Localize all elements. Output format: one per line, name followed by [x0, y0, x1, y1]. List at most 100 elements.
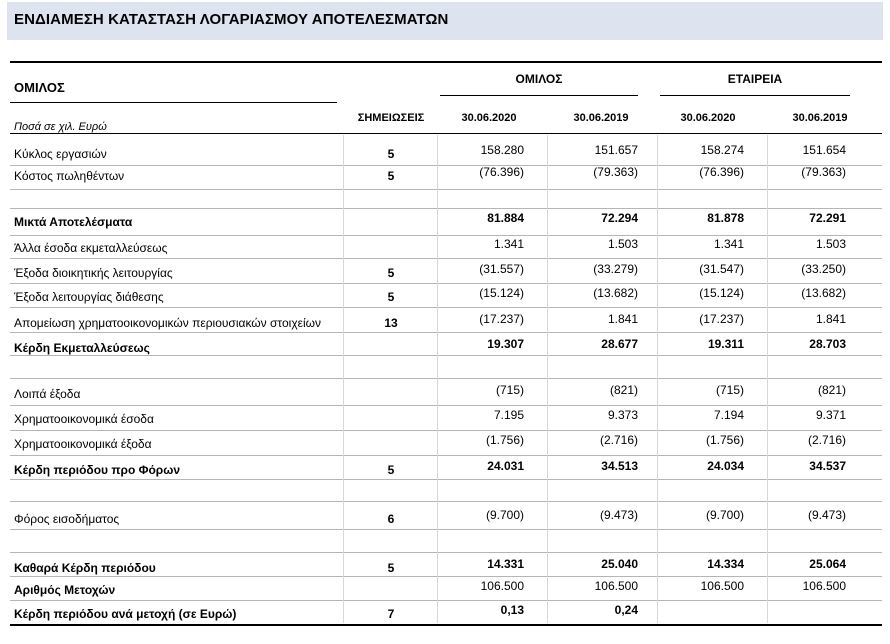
- row-value: (2.716): [599, 433, 638, 447]
- row-value: 24.034: [707, 459, 744, 473]
- row-value: 7.195: [493, 408, 524, 422]
- row-value: 1.841: [815, 312, 846, 326]
- row-value: (79.363): [801, 165, 846, 179]
- row-value: 1.503: [815, 237, 846, 251]
- row-value: (13.682): [801, 286, 846, 300]
- row-value: 34.537: [809, 459, 846, 473]
- row-value: (2.716): [807, 433, 846, 447]
- column-separator: [767, 135, 768, 623]
- row-separator: [10, 552, 882, 553]
- date-column-header: 30.06.2020: [461, 112, 517, 124]
- date-column-header: 30.06.2019: [573, 112, 629, 124]
- row-value: 28.703: [809, 337, 846, 351]
- row-value: (9.700): [705, 508, 744, 522]
- row-label: Κύκλος εργασιών: [14, 147, 107, 161]
- row-label: Χρηματοοικονομικά έξοδα: [14, 437, 152, 451]
- row-value: 19.311: [707, 337, 744, 351]
- row-value: (15.124): [699, 286, 744, 300]
- row-note: 5: [387, 561, 395, 575]
- row-note: 7: [387, 607, 395, 621]
- row-label: Κόστος πωληθέντων: [14, 169, 125, 183]
- row-label: Αριθμός Μετοχών: [14, 583, 116, 597]
- row-value: 106.500: [594, 579, 638, 593]
- row-value: 14.331: [487, 557, 524, 571]
- row-separator: [10, 455, 882, 456]
- row-separator: [10, 378, 882, 379]
- row-separator: [10, 355, 882, 356]
- page-title: ΕΝΔΙΑΜΕΣΗ ΚΑΤΑΣΤΑΣΗ ΛΟΓΑΡΙΑΣΜΟΥ ΑΠΟΤΕΛΕΣ…: [14, 11, 449, 28]
- company-column-rule: [660, 95, 850, 96]
- table-top-rule: [10, 61, 882, 63]
- row-note: 5: [387, 169, 395, 183]
- row-label: Καθαρά Κέρδη περιόδου: [14, 561, 156, 575]
- row-label: Άλλα έσοδα εκμεταλλεύσεως: [14, 241, 168, 255]
- row-value: 7.194: [713, 408, 744, 422]
- row-value: (33.279): [593, 262, 638, 276]
- group-heading: ΟΜΙΛΟΣ: [14, 80, 65, 95]
- row-label: Απομείωση χρηματοοικονομικών περιουσιακώ…: [14, 316, 321, 330]
- row-value: 151.657: [594, 143, 638, 157]
- row-value: (9.473): [599, 508, 638, 522]
- column-header-rule: [10, 133, 882, 134]
- row-value: 72.291: [809, 211, 846, 225]
- notes-column-header: ΣΗΜΕΙΩΣΕΙΣ: [357, 112, 425, 124]
- table-row: Λοιπά έξοδα (715) (821) (715) (821): [0, 383, 890, 407]
- group-column-rule: [440, 95, 638, 96]
- row-value: (821): [609, 383, 638, 397]
- group-heading-rule: [10, 102, 337, 103]
- row-separator: [10, 307, 882, 308]
- row-separator: [10, 283, 882, 284]
- row-note: 5: [387, 290, 395, 304]
- row-separator: [10, 576, 882, 577]
- row-value: (9.700): [485, 508, 524, 522]
- row-value: 25.040: [601, 557, 638, 571]
- row-value: (9.473): [807, 508, 846, 522]
- row-value: 1.341: [493, 237, 524, 251]
- row-value: 28.677: [601, 337, 638, 351]
- row-value: (79.363): [593, 165, 638, 179]
- row-note: 5: [387, 266, 395, 280]
- row-value: 0,24: [614, 603, 638, 617]
- row-value: 1.341: [713, 237, 744, 251]
- row-label: Λοιπά έξοδα: [14, 387, 81, 401]
- row-separator: [10, 189, 882, 190]
- table-row: Χρηματοοικονομικά έξοδα (1.756) (2.716) (1.…: [0, 433, 890, 457]
- row-value: (715): [495, 383, 524, 397]
- row-value: (821): [817, 383, 846, 397]
- row-label: Φόρος εισοδήματος: [14, 512, 120, 526]
- row-value: (33.250): [801, 262, 846, 276]
- row-value: (1.756): [485, 433, 524, 447]
- row-separator: [10, 258, 882, 259]
- row-value: (76.396): [479, 165, 524, 179]
- row-value: 158.274: [700, 143, 744, 157]
- date-column-header: 30.06.2020: [680, 112, 736, 124]
- title-bar: ΕΝΔΙΑΜΕΣΗ ΚΑΤΑΣΤΑΣΗ ΛΟΓΑΡΙΑΣΜΟΥ ΑΠΟΤΕΛΕΣ…: [7, 2, 883, 40]
- row-label: Κέρδη περιόδου ανά μετοχή (σε Ευρώ): [14, 607, 237, 621]
- row-value: 106.500: [480, 579, 524, 593]
- table-bottom-rule: [10, 624, 882, 626]
- row-note: 5: [387, 147, 395, 161]
- row-label: Κέρδη περιόδου προ Φόρων: [14, 463, 181, 477]
- row-value: 81.884: [487, 211, 524, 225]
- row-value: (17.237): [479, 312, 524, 326]
- row-separator: [10, 529, 882, 530]
- table-row: Καθαρά Κέρδη περιόδου 5 14.331 25.040 14.334…: [0, 557, 890, 581]
- row-value: (715): [715, 383, 744, 397]
- row-value: 81.878: [707, 211, 744, 225]
- row-value: 151.654: [802, 143, 846, 157]
- row-value: (31.557): [479, 262, 524, 276]
- column-separator: [547, 135, 548, 623]
- row-note: 6: [387, 512, 395, 526]
- column-separator: [657, 135, 658, 623]
- row-separator: [10, 600, 882, 601]
- table-row: Κέρδη Εκμεταλλεύσεως 19.307 28.677 19.311 28…: [0, 337, 890, 361]
- row-label: Μικτά Αποτελέσματα: [14, 215, 133, 229]
- row-note: 5: [387, 463, 395, 477]
- row-value: 0,13: [500, 603, 524, 617]
- table-row: Μικτά Αποτελέσματα 81.884 72.294 81.878 72.2…: [0, 211, 890, 235]
- row-value: 24.031: [487, 459, 524, 473]
- row-value: 106.500: [700, 579, 744, 593]
- row-separator: [10, 332, 882, 333]
- table-row: Κόστος πωληθέντων 5 (76.396) (79.363) (76.39…: [0, 165, 890, 189]
- row-separator: [10, 208, 882, 209]
